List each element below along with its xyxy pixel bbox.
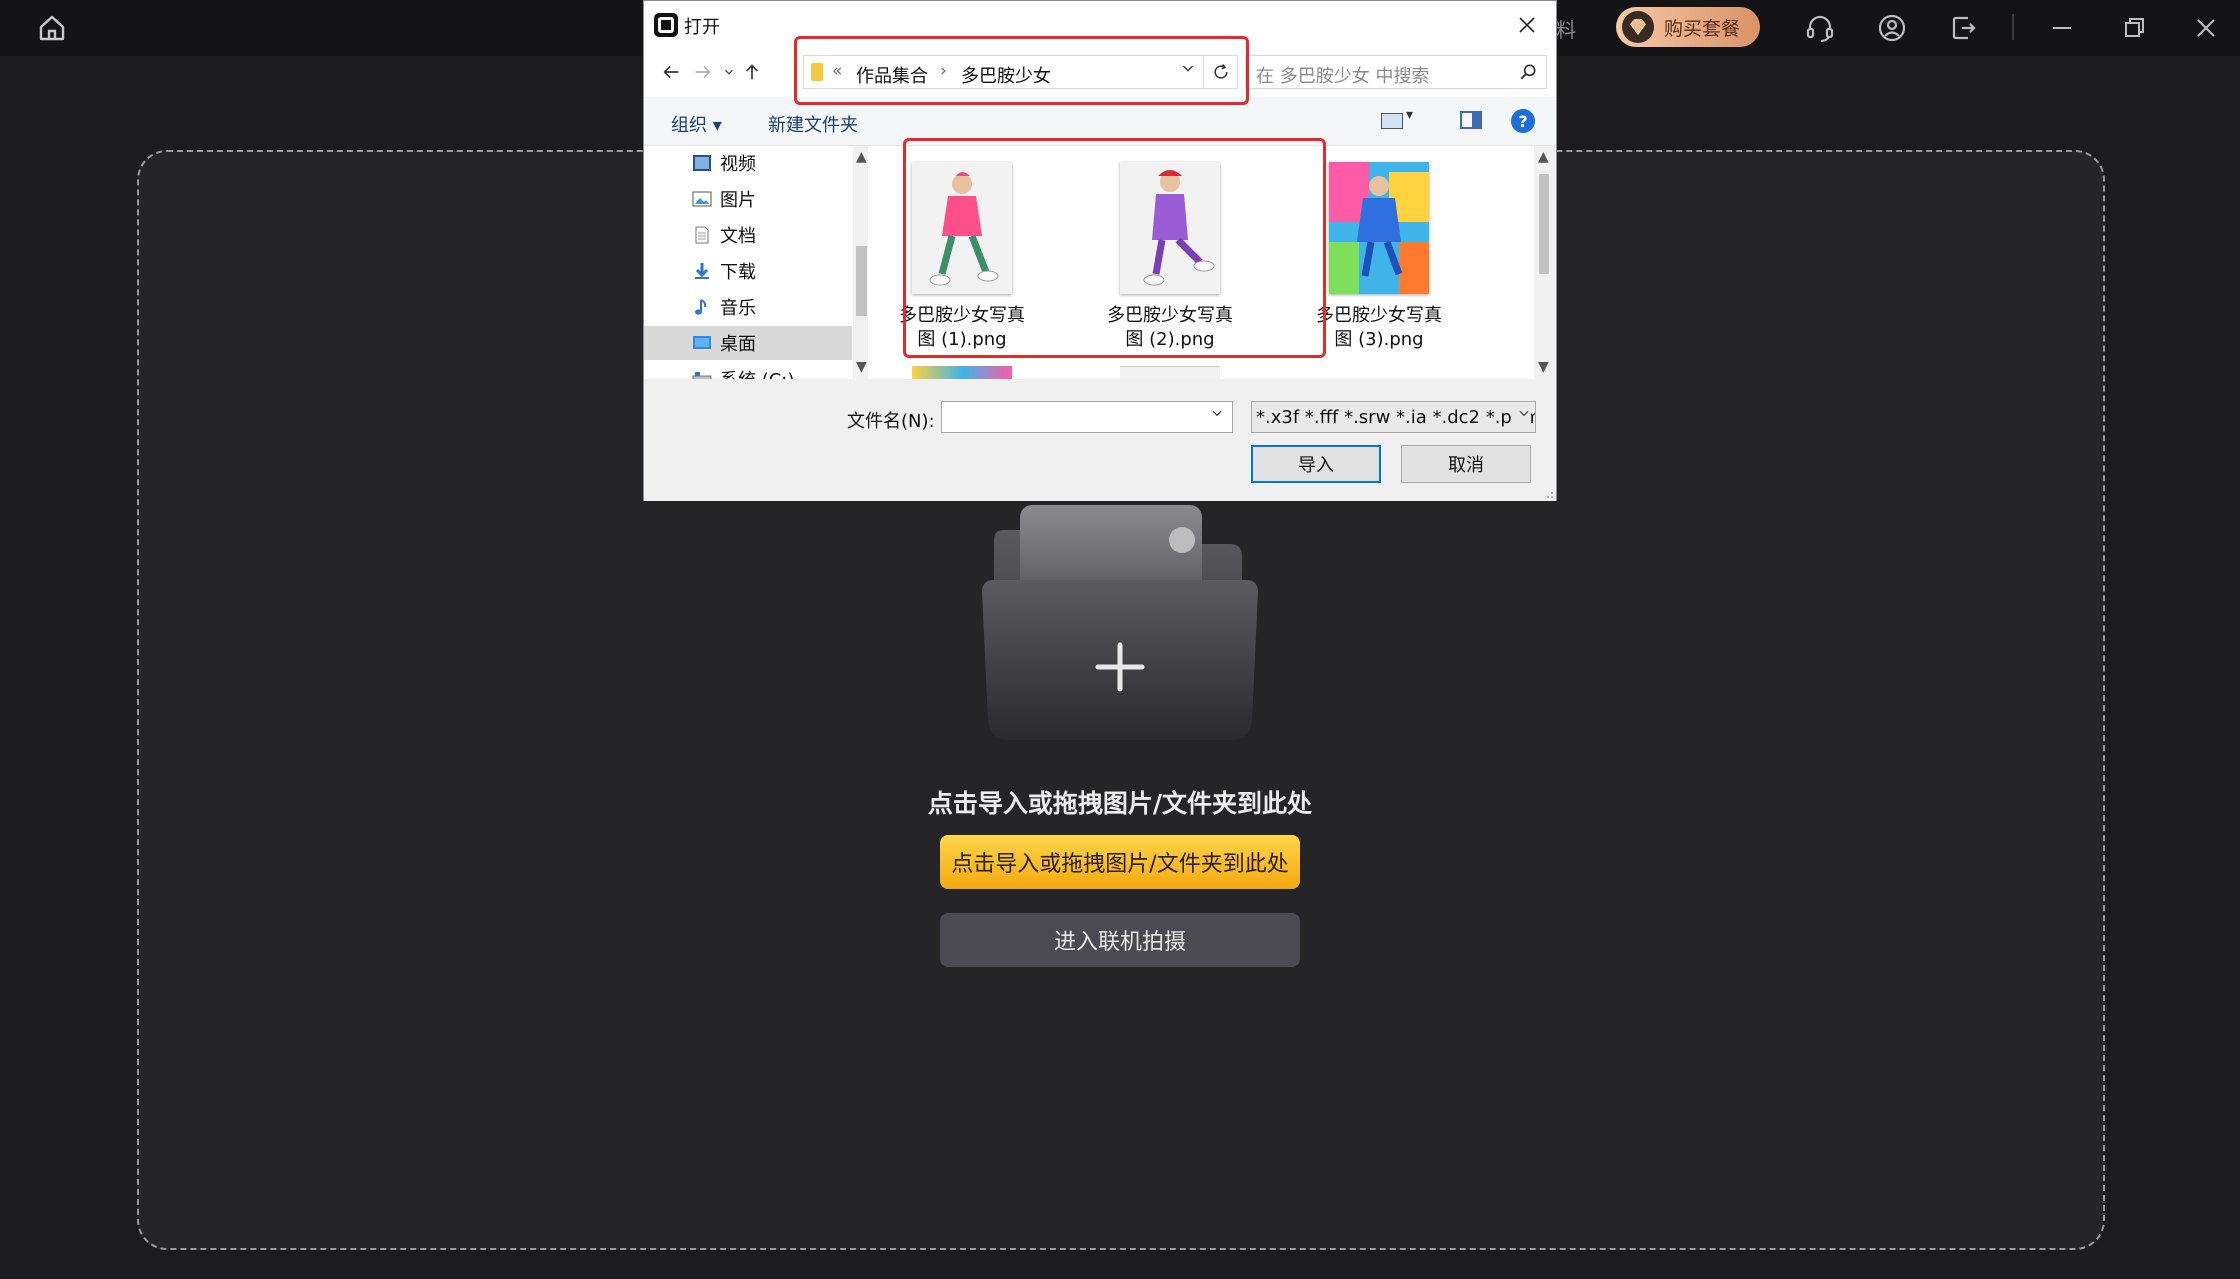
file-type-dropdown-icon[interactable] bbox=[1513, 406, 1531, 424]
file-name: 多巴胺少女写真 图 (2).png bbox=[1064, 304, 1276, 352]
nav-item-label: 图片 bbox=[720, 190, 756, 211]
tethered-shooting-button[interactable]: 进入联机拍摄 bbox=[940, 913, 1300, 967]
dialog-title: 打开 bbox=[684, 17, 720, 38]
nav-item-label: 视频 bbox=[720, 154, 756, 175]
search-icon[interactable] bbox=[1518, 62, 1538, 82]
file-name-line2: 图 (3).png bbox=[1334, 329, 1424, 350]
nav-item-label: 桌面 bbox=[720, 334, 756, 355]
file-name: 多巴胺少女写真 图 (1).png bbox=[868, 304, 1068, 352]
open-file-dialog: 打开 « 作品集合 › 多巴胺少女 在 多巴胺少女 中搜索 组织 ▾ 新建文件夹… bbox=[643, 0, 1557, 501]
nav-item-pictures[interactable]: 图片 bbox=[644, 182, 852, 216]
minimize-icon[interactable] bbox=[2042, 8, 2082, 48]
dialog-command-bar: 组织 ▾ 新建文件夹 ▾ ? bbox=[644, 97, 1556, 146]
image-thumbnail bbox=[1329, 162, 1429, 294]
file-list-pane: 多巴胺少女写真 图 (1).png 多巴胺少女写真 图 (2).png 多巴胺少… bbox=[868, 146, 1534, 379]
scroll-down-arrow-icon[interactable]: ▼ bbox=[1538, 359, 1549, 375]
scroll-down-arrow-icon[interactable]: ▼ bbox=[856, 359, 867, 375]
preview-pane-icon[interactable] bbox=[1460, 111, 1482, 129]
app-logo-icon bbox=[654, 13, 678, 37]
resize-grip-icon[interactable] bbox=[1542, 487, 1554, 499]
nav-item-label: 下载 bbox=[720, 262, 756, 283]
new-folder-button[interactable]: 新建文件夹 bbox=[768, 111, 858, 137]
filename-dropdown-icon[interactable] bbox=[1210, 406, 1224, 424]
file-name-line2: 图 (1).png bbox=[917, 329, 1007, 350]
scroll-up-arrow-icon[interactable]: ▲ bbox=[856, 149, 867, 165]
home-icon[interactable] bbox=[32, 8, 72, 48]
view-mode-icon[interactable] bbox=[1381, 113, 1403, 129]
desktop-icon bbox=[693, 336, 711, 349]
up-arrow-icon[interactable] bbox=[739, 59, 765, 85]
search-field[interactable]: 在 多巴胺少女 中搜索 bbox=[1245, 55, 1547, 89]
back-arrow-icon[interactable] bbox=[658, 59, 684, 85]
import-button[interactable]: 点击导入或拖拽图片/文件夹到此处 bbox=[940, 835, 1300, 889]
address-dropdown-icon[interactable] bbox=[1180, 60, 1196, 81]
buy-package-label: 购买套餐 bbox=[1664, 17, 1741, 40]
dialog-cancel-button[interactable]: 取消 bbox=[1401, 445, 1531, 483]
dialog-titlebar[interactable]: 打开 bbox=[644, 1, 1556, 47]
navigation-pane-scroll-thumb[interactable] bbox=[856, 246, 867, 316]
nav-item-documents[interactable]: 文档 bbox=[644, 218, 852, 252]
file-name-line2: 图 (2).png bbox=[1125, 329, 1215, 350]
file-list-scroll-thumb[interactable] bbox=[1539, 174, 1549, 274]
pictures-icon bbox=[692, 191, 712, 207]
file-name-line1: 多巴胺少女写真 bbox=[1107, 305, 1233, 326]
nav-item-music[interactable]: 音乐 bbox=[644, 290, 852, 324]
filename-input[interactable] bbox=[941, 401, 1233, 433]
file-name: 多巴胺少女写真 图 (3).png bbox=[1273, 304, 1485, 352]
nav-item-videos[interactable]: 视频 bbox=[644, 146, 852, 180]
nav-item-desktop[interactable]: 桌面 bbox=[644, 326, 852, 360]
nav-item-downloads[interactable]: 下载 bbox=[644, 254, 852, 288]
help-icon[interactable]: ? bbox=[1511, 109, 1535, 133]
drive-icon bbox=[692, 372, 712, 379]
headset-icon[interactable] bbox=[1800, 8, 1840, 48]
breadcrumb-current[interactable]: 多巴胺少女 bbox=[961, 62, 1051, 88]
nav-item-label: 文档 bbox=[720, 226, 756, 247]
organize-menu[interactable]: 组织 ▾ bbox=[671, 111, 722, 137]
dropzone-title: 点击导入或拖拽图片/文件夹到此处 bbox=[927, 789, 1313, 818]
dialog-navigation-bar: « 作品集合 › 多巴胺少女 在 多巴胺少女 中搜索 bbox=[644, 47, 1556, 97]
dialog-footer: 文件名(N): *.x3f *.fff *.srw *.ia *.dc2 *.p… bbox=[644, 379, 1556, 501]
nav-item-system-drive[interactable]: 系统 (C:) bbox=[644, 362, 852, 379]
breadcrumb-overflow[interactable]: « bbox=[832, 61, 842, 81]
file-type-value: *.x3f *.fff *.srw *.ia *.dc2 *.pbm bbox=[1256, 407, 1536, 428]
dialog-import-button[interactable]: 导入 bbox=[1251, 445, 1381, 483]
file-name-line1: 多巴胺少女写真 bbox=[1316, 305, 1442, 326]
folder-add-icon[interactable] bbox=[980, 500, 1260, 755]
refresh-icon[interactable] bbox=[1203, 56, 1238, 88]
address-bar[interactable]: « 作品集合 › 多巴胺少女 bbox=[803, 55, 1238, 89]
logout-icon[interactable] bbox=[1944, 8, 1984, 48]
file-name-line1: 多巴胺少女写真 bbox=[899, 305, 1025, 326]
close-icon[interactable] bbox=[2186, 8, 2226, 48]
topbar-partial-label[interactable]: 料 bbox=[1556, 14, 1576, 43]
file-list-scrollbar[interactable]: ▲ ▼ bbox=[1534, 146, 1554, 379]
breadcrumb-separator[interactable]: › bbox=[940, 61, 947, 81]
navigation-pane: 视频 图片 文档 下载 音乐 桌面 系统 (C:) bbox=[644, 146, 854, 379]
buy-package-button[interactable]: 购买套餐 bbox=[1616, 7, 1760, 47]
nav-item-label: 音乐 bbox=[720, 298, 756, 319]
image-thumbnail-partial[interactable] bbox=[912, 366, 1012, 379]
nav-item-label: 系统 (C:) bbox=[720, 366, 794, 379]
gem-icon bbox=[1622, 11, 1654, 43]
search-placeholder: 在 多巴胺少女 中搜索 bbox=[1256, 66, 1430, 87]
view-mode-dropdown-icon[interactable]: ▾ bbox=[1406, 107, 1413, 123]
download-icon bbox=[695, 263, 709, 279]
image-thumbnail bbox=[912, 162, 1012, 294]
documents-icon bbox=[695, 226, 709, 244]
music-icon bbox=[695, 299, 707, 315]
filename-label: 文件名(N): bbox=[847, 411, 935, 432]
image-thumbnail-partial[interactable] bbox=[1120, 366, 1220, 379]
restore-icon[interactable] bbox=[2114, 8, 2154, 48]
file-type-select[interactable]: *.x3f *.fff *.srw *.ia *.dc2 *.pbm bbox=[1251, 401, 1536, 433]
breadcrumb-parent[interactable]: 作品集合 bbox=[856, 62, 928, 88]
folder-icon bbox=[811, 63, 823, 81]
scroll-up-arrow-icon[interactable]: ▲ bbox=[1538, 149, 1549, 165]
image-thumbnail bbox=[1120, 162, 1220, 294]
video-icon bbox=[693, 155, 711, 171]
user-icon[interactable] bbox=[1872, 8, 1912, 48]
forward-arrow-icon[interactable] bbox=[690, 59, 716, 85]
dialog-close-icon[interactable] bbox=[1515, 13, 1539, 37]
topbar-divider bbox=[2012, 14, 2014, 40]
